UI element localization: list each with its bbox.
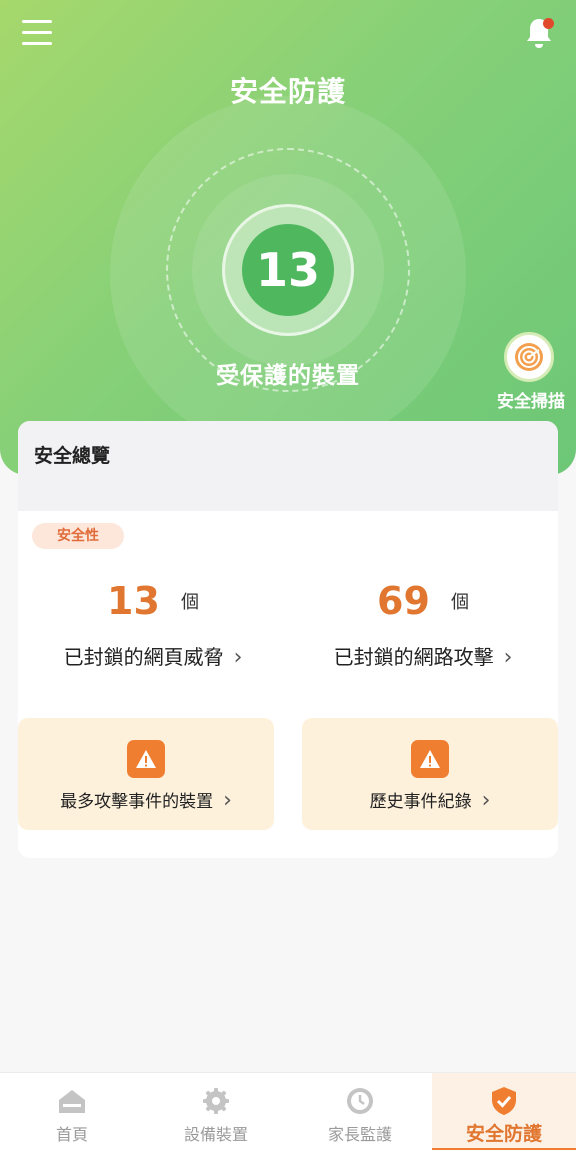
shield-check-icon	[492, 1087, 516, 1115]
security-overview-card: 安全總覽 安全性 13 個 已封鎖的網頁威脅 › 69 個 已封鎖的網路攻擊 › 最…	[18, 421, 558, 858]
tab-parental-control-label: 家長監護	[327, 1125, 392, 1144]
tab-home[interactable]: 首頁	[0, 1073, 144, 1150]
web-threats-link[interactable]: 已封鎖的網頁威脅 ›	[18, 641, 288, 670]
tab-security[interactable]: 安全防護	[432, 1073, 576, 1150]
network-attacks-label: 已封鎖的網路攻擊	[333, 645, 494, 669]
chevron-right-icon: ›	[481, 788, 491, 813]
most-attacked-devices-tile[interactable]: 最多攻擊事件的裝置 ›	[18, 718, 274, 830]
notification-dot	[543, 18, 554, 29]
event-history-label: 歷史事件紀錄 ›	[369, 788, 491, 813]
warning-icon	[411, 740, 449, 778]
web-threats-label: 已封鎖的網頁威脅	[63, 645, 224, 669]
tab-parental-control[interactable]: 家長監護	[288, 1073, 432, 1150]
network-attacks-stat: 69 個	[288, 579, 558, 623]
network-attacks-link[interactable]: 已封鎖的網路攻擊 ›	[288, 641, 558, 670]
security-badge: 安全性	[32, 523, 124, 549]
tab-home-label: 首頁	[55, 1125, 88, 1144]
security-scan-label[interactable]: 安全掃描	[489, 387, 573, 412]
chevron-right-icon: ›	[223, 788, 232, 813]
tab-security-label: 安全防護	[465, 1123, 542, 1145]
tab-devices[interactable]: 設備裝置	[144, 1073, 288, 1150]
warning-icon	[127, 740, 165, 778]
bottom-tab-bar: 首頁 設備裝置 家長監護 安全防護	[0, 1072, 576, 1150]
chevron-right-icon: ›	[233, 645, 243, 670]
gear-icon	[203, 1088, 229, 1114]
tab-devices-label: 設備裝置	[183, 1125, 248, 1144]
clock-icon	[347, 1088, 373, 1114]
protected-device-count: 13	[242, 224, 334, 316]
security-scan-button[interactable]	[504, 332, 554, 382]
network-attacks-count: 69	[377, 579, 430, 623]
most-attacked-devices-label: 最多攻擊事件的裝置 ›	[60, 788, 232, 813]
network-attacks-unit: 個	[450, 592, 469, 613]
web-threats-count: 13	[107, 579, 160, 623]
protected-devices-label: 受保護的裝置	[216, 363, 360, 389]
home-icon	[59, 1090, 85, 1113]
menu-icon[interactable]	[22, 18, 54, 48]
web-threats-stat: 13 個	[18, 579, 288, 623]
web-threats-unit: 個	[180, 592, 199, 613]
radar-icon	[515, 343, 543, 371]
event-history-tile[interactable]: 歷史事件紀錄 ›	[302, 718, 558, 830]
chevron-right-icon: ›	[503, 645, 513, 670]
overview-title: 安全總覽	[18, 421, 558, 511]
page-title: 安全防護	[229, 75, 346, 108]
